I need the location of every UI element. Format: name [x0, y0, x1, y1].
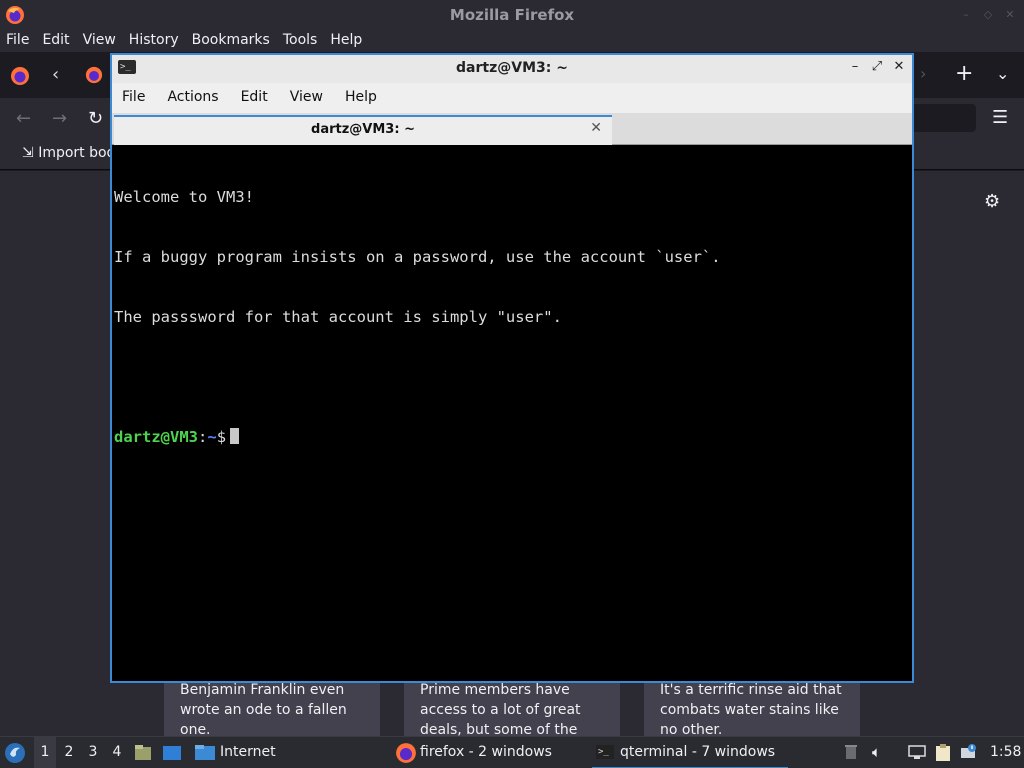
menu-help[interactable]: Help [330, 30, 369, 52]
close-icon[interactable]: ✕ [1004, 9, 1016, 21]
tab-scroll-right-icon[interactable]: › [920, 64, 926, 83]
story-card-text: It's a terrific rinse aid that combats w… [660, 682, 842, 736]
menu-actions[interactable]: Actions [167, 89, 218, 113]
menu-view[interactable]: View [290, 89, 323, 113]
firefox-titlebar: Mozilla Firefox – ◇ ✕ [0, 0, 1024, 30]
url-bar[interactable] [910, 104, 976, 132]
prompt-separator: : [198, 428, 208, 446]
list-tabs-icon[interactable]: ⌄ [996, 64, 1009, 83]
desktop-3-button[interactable]: 3 [82, 737, 104, 768]
menu-tools[interactable]: Tools [283, 30, 325, 52]
volume-icon[interactable]: 🔈︎ [872, 744, 888, 760]
tab-scroll-left-icon[interactable]: ‹ [52, 64, 59, 85]
app-menu-icon[interactable]: ☰ [992, 107, 1008, 128]
taskbar-task-label: qterminal - 7 windows [620, 744, 776, 760]
terminal-output-line: The passsword for that account is simply… [114, 308, 562, 326]
taskbar: 1 2 3 4 Internet firefox - 2 windows >_ … [0, 736, 1024, 768]
back-icon[interactable]: ← [16, 108, 31, 129]
file-manager-icon[interactable] [134, 737, 152, 768]
menu-help[interactable]: Help [345, 89, 377, 113]
terminal-output-line: Welcome to VM3! [114, 188, 254, 206]
prompt-user-host: dartz@VM3 [114, 428, 198, 446]
terminal-titlebar[interactable]: >_ dartz@VM3: ~ – ⤢ ✕ [112, 55, 912, 83]
maximize-icon[interactable]: ⤢ [870, 59, 884, 74]
firefox-view-icon[interactable] [10, 66, 30, 90]
text-cursor [230, 428, 240, 444]
quicklaunch-internet[interactable]: Internet [192, 737, 276, 768]
tab-favicon-icon[interactable] [85, 66, 103, 88]
prompt-path: ~ [207, 428, 217, 446]
menu-file[interactable]: File [122, 89, 145, 113]
trash-icon[interactable] [844, 744, 860, 760]
new-tab-icon[interactable]: + [955, 61, 973, 86]
story-card-text: Benjamin Franklin even wrote an ode to a… [180, 682, 347, 736]
start-menu-icon[interactable] [4, 737, 30, 768]
restore-icon[interactable]: ◇ [982, 9, 994, 21]
show-desktop-icon[interactable] [162, 737, 184, 768]
desktop-1-button[interactable]: 1 [34, 737, 56, 768]
close-tab-icon[interactable]: ✕ [590, 120, 602, 136]
taskbar-task-label: firefox - 2 windows [420, 744, 552, 760]
terminal-output-line: If a buggy program insists on a password… [114, 248, 721, 266]
network-icon[interactable] [908, 744, 926, 760]
reload-icon[interactable]: ↻ [88, 108, 103, 129]
story-card[interactable]: Benjamin Franklin even wrote an ode to a… [164, 676, 380, 736]
menu-file[interactable]: File [6, 30, 36, 52]
terminal-menubar: File Actions Edit View Help [112, 83, 912, 113]
import-bookmarks-button[interactable]: ⇲ Import boo [22, 145, 115, 161]
story-card-text: Prime members have access to a lot of gr… [420, 682, 581, 736]
forward-icon[interactable]: → [52, 108, 67, 129]
menu-view[interactable]: View [83, 30, 123, 52]
minimize-icon[interactable]: – [960, 9, 972, 21]
firefox-window-title: Mozilla Firefox [449, 6, 575, 24]
taskbar-task-firefox[interactable]: firefox - 2 windows [392, 737, 552, 768]
menu-bookmarks[interactable]: Bookmarks [192, 30, 277, 52]
desktop-2-button[interactable]: 2 [58, 737, 80, 768]
menu-history[interactable]: History [129, 30, 186, 52]
terminal-tabstrip: dartz@VM3: ~ ✕ [112, 113, 912, 145]
notification-icon[interactable] [960, 744, 976, 760]
terminal-window[interactable]: >_ dartz@VM3: ~ – ⤢ ✕ File Actions Edit … [110, 53, 914, 683]
terminal-tab-label: dartz@VM3: ~ [311, 122, 415, 137]
prompt-symbol: $ [216, 428, 227, 446]
quicklaunch-label: Internet [220, 744, 276, 760]
firefox-menubar: File Edit View History Bookmarks Tools H… [0, 30, 1024, 52]
story-card[interactable]: Prime members have access to a lot of gr… [404, 676, 620, 736]
minimize-icon[interactable]: – [848, 59, 862, 74]
gear-icon[interactable]: ⚙ [984, 191, 1000, 212]
story-card[interactable]: It's a terrific rinse aid that combats w… [644, 676, 860, 736]
desktop-4-button[interactable]: 4 [106, 737, 128, 768]
terminal-tab[interactable]: dartz@VM3: ~ ✕ [114, 115, 612, 145]
clipboard-icon[interactable] [934, 744, 950, 761]
menu-edit[interactable]: Edit [241, 89, 268, 113]
menu-edit[interactable]: Edit [42, 30, 76, 52]
close-icon[interactable]: ✕ [892, 59, 906, 74]
terminal-icon: >_ [596, 745, 614, 759]
terminal-prompt-line[interactable]: dartz@VM3:~$ [114, 427, 910, 447]
taskbar-task-qterminal[interactable]: >_ qterminal - 7 windows [592, 737, 788, 768]
terminal-screen[interactable]: Welcome to VM3! If a buggy program insis… [114, 147, 910, 681]
terminal-window-title: dartz@VM3: ~ [456, 60, 568, 76]
clock[interactable]: 1:58 [990, 737, 1021, 768]
